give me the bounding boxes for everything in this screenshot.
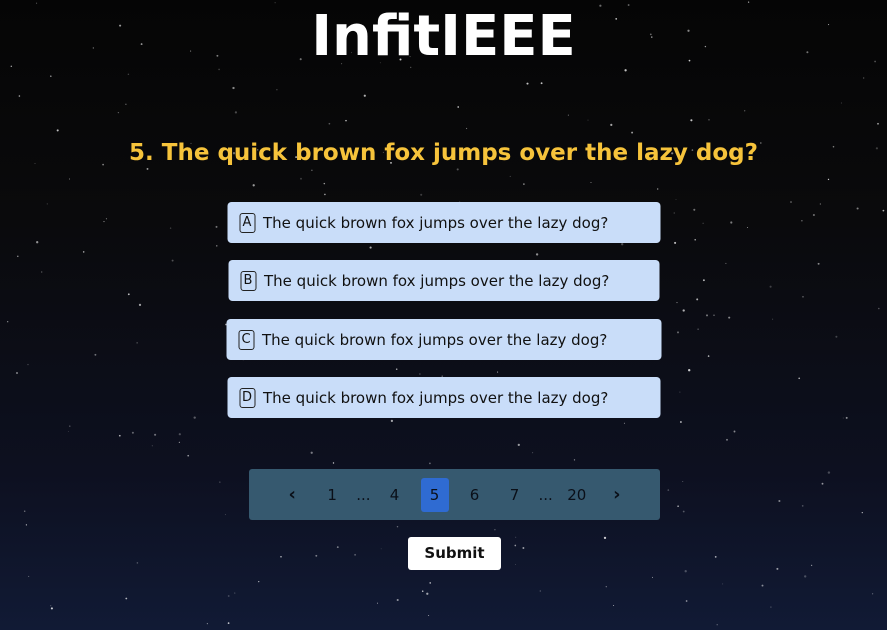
- chevron-left-icon[interactable]: ‹: [278, 478, 306, 512]
- option-text-a: The quick brown fox jumps over the lazy …: [263, 213, 609, 232]
- option-a[interactable]: A The quick brown fox jumps over the laz…: [227, 202, 660, 243]
- submit-button[interactable]: Submit: [408, 537, 501, 570]
- option-d[interactable]: D The quick brown fox jumps over the laz…: [227, 377, 660, 418]
- page-6[interactable]: 6: [461, 478, 489, 512]
- option-text-b: The quick brown fox jumps over the lazy …: [264, 271, 610, 290]
- option-letter-c: C: [238, 329, 254, 350]
- option-letter-a: A: [239, 212, 255, 233]
- option-text-d: The quick brown fox jumps over the lazy …: [263, 388, 609, 407]
- pagination-ellipsis-right: ...: [538, 485, 553, 504]
- option-c[interactable]: C The quick brown fox jumps over the laz…: [226, 319, 661, 360]
- pagination: ‹ 1 ... 4 5 6 7 ... 20 ›: [249, 469, 660, 520]
- pagination-ellipsis-left: ...: [356, 485, 371, 504]
- page-4[interactable]: 4: [381, 478, 409, 512]
- page-1[interactable]: 1: [318, 478, 346, 512]
- page-20[interactable]: 20: [563, 478, 591, 512]
- app-title: InfitIEEE: [311, 4, 576, 69]
- option-text-c: The quick brown fox jumps over the lazy …: [262, 330, 608, 349]
- starfield-background: [7, 1, 885, 626]
- page-7[interactable]: 7: [501, 478, 529, 512]
- option-b[interactable]: B The quick brown fox jumps over the laz…: [228, 260, 659, 301]
- option-letter-b: B: [240, 270, 256, 291]
- option-letter-d: D: [239, 387, 255, 408]
- page-5-current[interactable]: 5: [420, 477, 449, 512]
- question-text: 5. The quick brown fox jumps over the la…: [129, 140, 758, 166]
- chevron-right-icon[interactable]: ›: [603, 478, 631, 512]
